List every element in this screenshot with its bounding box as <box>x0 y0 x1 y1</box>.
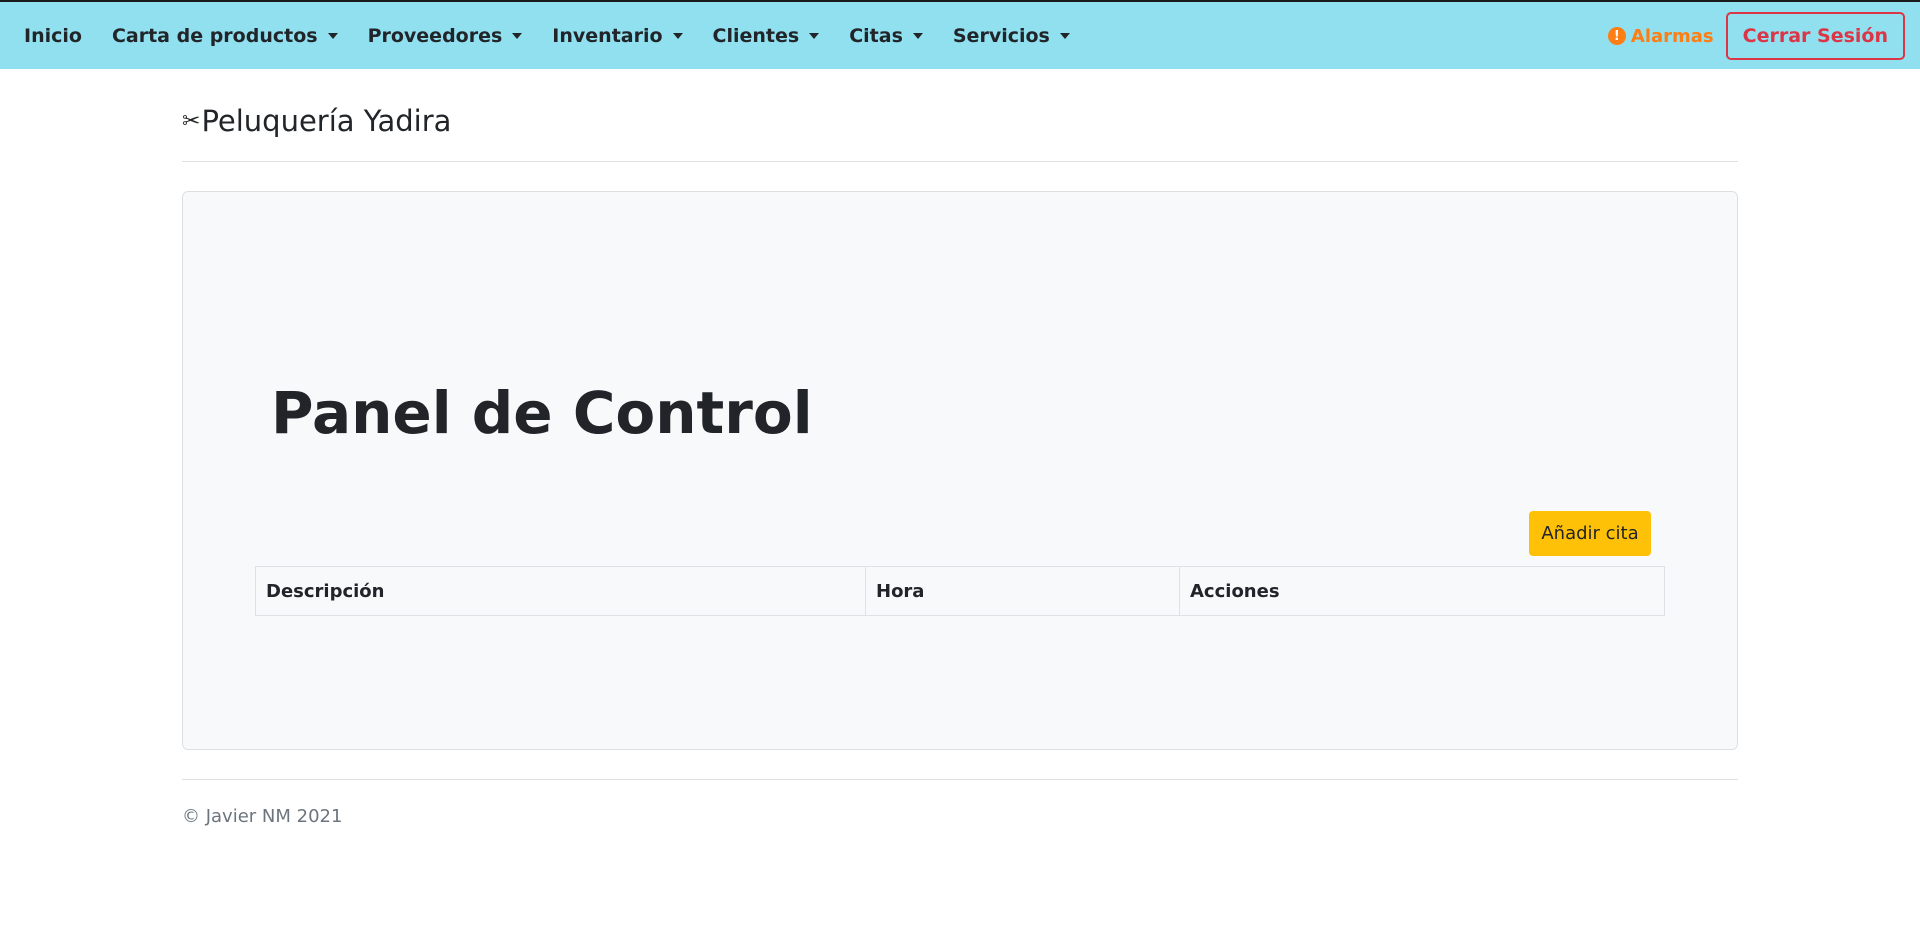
appointments-table: Descripción Hora Acciones <box>255 566 1665 616</box>
page-title: Panel de Control <box>271 379 813 447</box>
caret-down-icon <box>912 32 923 39</box>
alarms-link[interactable]: ! Alarmas <box>1607 25 1714 47</box>
exclamation-icon: ! <box>1607 27 1626 45</box>
nav-item-servicios[interactable]: Servicios <box>953 25 1070 47</box>
add-appointment-button[interactable]: Añadir cita <box>1529 511 1651 556</box>
logout-button[interactable]: Cerrar Sesión <box>1725 12 1905 60</box>
nav-menu: Inicio Carta de productos Proveedores In… <box>0 2 1100 69</box>
brand-title: ✂ Peluquería Yadira <box>182 104 451 138</box>
caret-down-icon <box>672 32 683 39</box>
nav-item-inventario[interactable]: Inventario <box>552 24 683 47</box>
column-header-acciones: Acciones <box>1179 566 1665 616</box>
caret-down-icon <box>1059 32 1070 39</box>
footer-divider <box>182 779 1738 780</box>
caret-down-icon <box>327 32 338 39</box>
table-header-row: Descripción Hora Acciones <box>255 566 1665 616</box>
nav-item-label: Citas <box>849 24 903 47</box>
column-header-hora: Hora <box>865 566 1180 616</box>
nav-item-label: Proveedores <box>367 24 503 47</box>
scissors-icon: ✂ <box>182 108 201 134</box>
nav-item-inicio[interactable]: Inicio <box>24 25 82 47</box>
control-panel: Panel de Control Añadir cita Descripción… <box>182 191 1738 750</box>
top-navbar: Inicio Carta de productos Proveedores In… <box>0 0 1920 69</box>
nav-item-label: Carta de productos <box>111 24 318 47</box>
column-header-descripcion: Descripción <box>255 566 866 616</box>
header-divider <box>182 161 1738 162</box>
nav-item-label: Inventario <box>552 24 663 47</box>
caret-down-icon <box>809 32 820 39</box>
nav-item-carta-de-productos[interactable]: Carta de productos <box>112 25 338 47</box>
nav-item-label: Inicio <box>24 24 82 47</box>
brand-name: Peluquería Yadira <box>201 104 452 138</box>
nav-item-label: Clientes <box>712 24 800 47</box>
footer-copyright: © Javier NM 2021 <box>182 806 343 827</box>
caret-down-icon <box>512 32 523 39</box>
nav-item-label: Servicios <box>952 24 1050 47</box>
nav-item-citas[interactable]: Citas <box>849 25 923 47</box>
nav-actions: ! Alarmas Cerrar Sesión <box>1607 12 1905 60</box>
nav-item-clientes[interactable]: Clientes <box>713 25 820 47</box>
nav-item-proveedores[interactable]: Proveedores <box>368 25 523 47</box>
alarms-label: Alarmas <box>1630 25 1714 47</box>
